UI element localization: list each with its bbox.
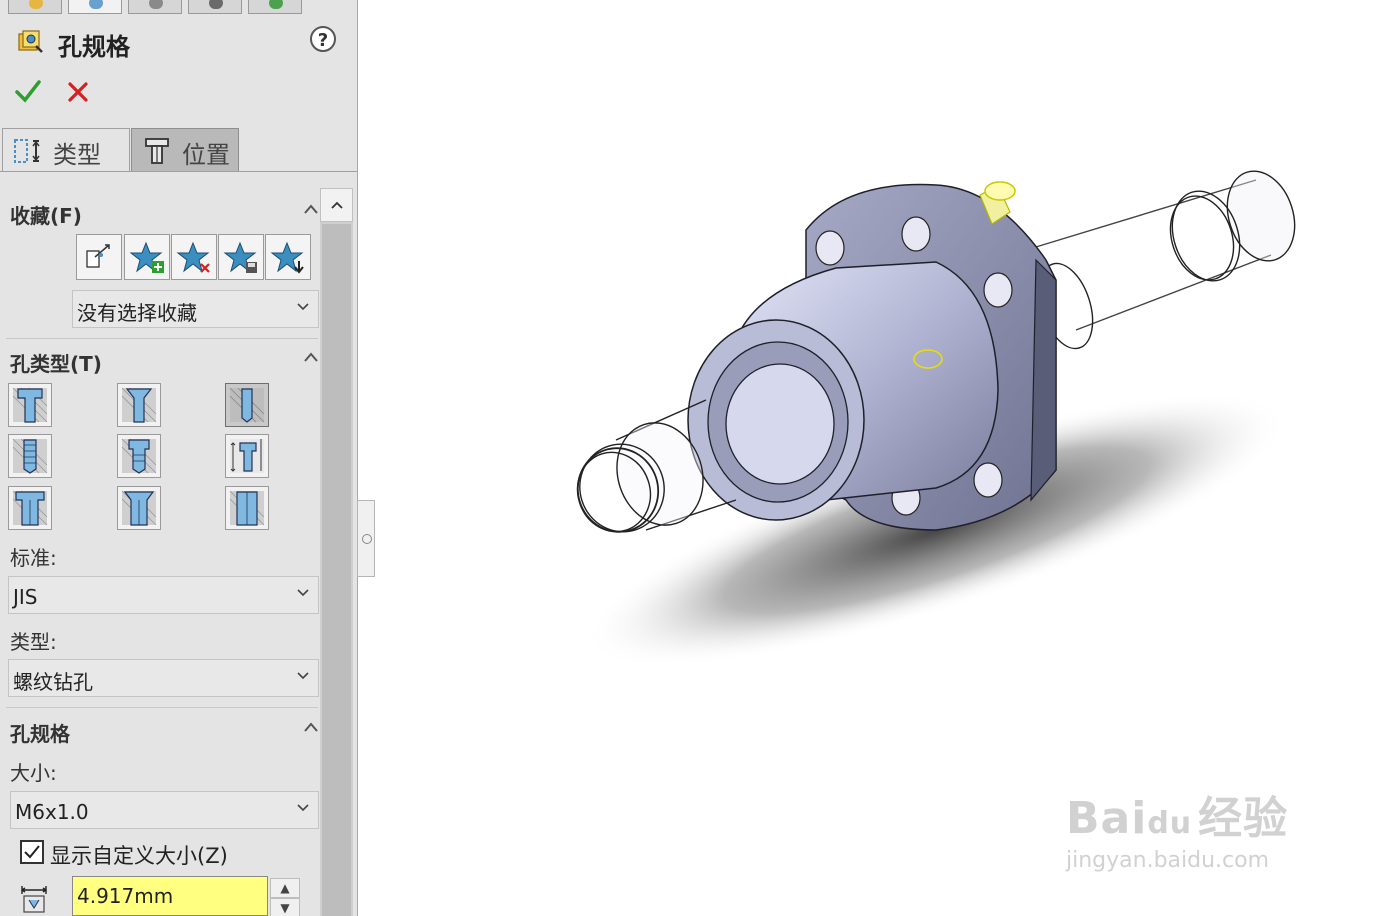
chevron-down-icon	[297, 303, 309, 311]
legacy-hole-button[interactable]	[225, 434, 269, 478]
apply-defaults-button[interactable]	[76, 234, 122, 280]
tab-divider	[0, 171, 357, 172]
feature-manager-tab[interactable]	[8, 0, 62, 14]
hole-type-icon	[14, 139, 40, 163]
size-label: 大小:	[10, 761, 57, 785]
spin-up-button[interactable]: ▲	[270, 878, 300, 898]
hole-wizard-icon	[18, 30, 43, 53]
add-favorite-button[interactable]	[124, 234, 170, 280]
size-select-value: M6x1.0	[15, 800, 89, 824]
collapse-hole-type-icon[interactable]	[302, 350, 320, 364]
chevron-down-icon	[297, 672, 309, 680]
tab-position[interactable]: 位置	[131, 128, 239, 172]
countersink-button[interactable]	[117, 383, 161, 427]
watermark-url: jingyan.baidu.com	[1066, 848, 1270, 873]
scrollbar-thumb[interactable]	[322, 224, 351, 916]
splitter-grip-icon	[362, 534, 372, 544]
property-manager-panel: 孔规格 ? 类型 位置 收藏(F) 没有选择收藏 孔类型(T) 标准: JIS …	[0, 0, 358, 916]
section-divider	[6, 707, 318, 708]
hole-spec-section-title: 孔规格	[10, 722, 70, 746]
scroll-up-button[interactable]	[320, 188, 353, 222]
tapered-tap-button[interactable]	[117, 434, 161, 478]
favorites-section-title: 收藏(F)	[10, 204, 82, 228]
straight-tap-button[interactable]	[8, 434, 52, 478]
tapered-tap-icon	[121, 438, 157, 474]
watermark-brand: Bai	[1066, 793, 1148, 844]
straight-tap-icon	[12, 438, 48, 474]
standard-select[interactable]: JIS	[8, 576, 319, 614]
counterbore-icon	[12, 387, 48, 423]
load-favorite-icon	[270, 241, 304, 274]
standard-select-value: JIS	[13, 585, 38, 609]
standard-label: 标准:	[10, 546, 57, 570]
delete-favorite-button[interactable]	[171, 234, 217, 280]
diameter-icon	[20, 886, 48, 913]
custom-size-label[interactable]: 显示自定义大小(Z)	[50, 840, 228, 870]
panel-splitter-handle[interactable]	[357, 500, 375, 577]
tab-type[interactable]: 类型	[2, 128, 130, 172]
watermark-suffix: 经验	[1198, 793, 1289, 844]
panel-header: 孔规格 ?	[0, 22, 357, 62]
spin-down-button[interactable]: ▼	[270, 898, 300, 916]
countersink-slot-icon	[121, 490, 157, 526]
section-divider	[6, 338, 318, 339]
nut-body[interactable]	[687, 261, 999, 521]
countersink-icon	[121, 387, 157, 423]
type-select[interactable]: 螺纹钻孔	[8, 659, 319, 697]
save-favorite-button[interactable]	[218, 234, 264, 280]
load-favorite-button[interactable]	[265, 234, 311, 280]
save-favorite-icon	[223, 241, 257, 273]
chevron-down-icon	[297, 589, 309, 597]
type-label: 类型:	[10, 630, 57, 654]
tab-position-label: 位置	[182, 141, 230, 169]
dimxpert-manager-tab[interactable]	[188, 0, 242, 14]
apply-defaults-icon	[86, 244, 110, 268]
custom-size-checkbox[interactable]	[20, 840, 44, 864]
configuration-manager-tab[interactable]	[128, 0, 182, 14]
slot-button[interactable]	[225, 486, 269, 530]
tab-type-label: 类型	[53, 141, 101, 169]
diameter-input[interactable]	[72, 876, 268, 916]
watermark: Baidu 经验 jingyan.baidu.com	[1066, 782, 1288, 873]
chevron-down-icon	[297, 804, 309, 812]
hole-type-section-title: 孔类型(T)	[10, 352, 102, 376]
favorites-select-value: 没有选择收藏	[77, 301, 197, 325]
slot-icon	[229, 490, 265, 526]
help-button[interactable]: ?	[310, 26, 336, 52]
simple-hole-icon	[229, 387, 265, 423]
chevron-up-icon	[330, 201, 343, 209]
counterbore-slot-icon	[12, 490, 48, 526]
countersink-slot-button[interactable]	[117, 486, 161, 530]
manager-tabs	[0, 0, 357, 14]
counterbore-slot-button[interactable]	[8, 486, 52, 530]
add-favorite-icon	[129, 241, 164, 273]
delete-favorite-icon	[176, 241, 210, 273]
legacy-hole-icon	[230, 439, 264, 473]
type-select-value: 螺纹钻孔	[13, 670, 93, 694]
graphics-viewport[interactable]	[376, 0, 1387, 916]
position-icon	[145, 138, 169, 164]
watermark-brand-du: du	[1147, 806, 1193, 841]
screw-shaft-back[interactable]	[1025, 162, 1306, 355]
collapse-hole-spec-icon[interactable]	[302, 720, 320, 734]
favorites-select[interactable]: 没有选择收藏	[72, 290, 319, 328]
collapse-favorites-icon[interactable]	[302, 202, 320, 216]
ok-button[interactable]	[14, 76, 42, 106]
display-manager-tab[interactable]	[248, 0, 302, 14]
size-select[interactable]: M6x1.0	[10, 791, 319, 829]
property-manager-tab[interactable]	[68, 0, 122, 14]
checkmark-icon	[24, 845, 40, 859]
counterbore-button[interactable]	[8, 383, 52, 427]
page-title: 孔规格	[58, 33, 130, 61]
cancel-button[interactable]	[66, 78, 90, 106]
hole-button[interactable]	[225, 383, 269, 427]
